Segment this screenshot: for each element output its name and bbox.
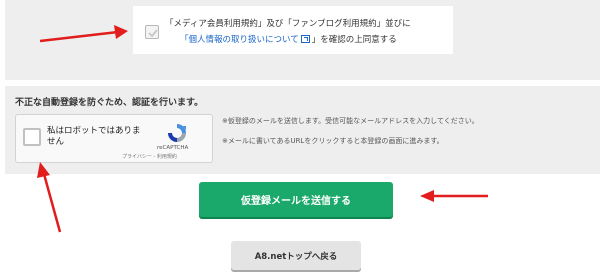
- arrow-to-recaptcha: [37, 162, 62, 233]
- arrow-to-submit: [420, 190, 488, 202]
- arrow-to-checkbox: [39, 25, 128, 43]
- annotation-arrows: [37, 25, 488, 233]
